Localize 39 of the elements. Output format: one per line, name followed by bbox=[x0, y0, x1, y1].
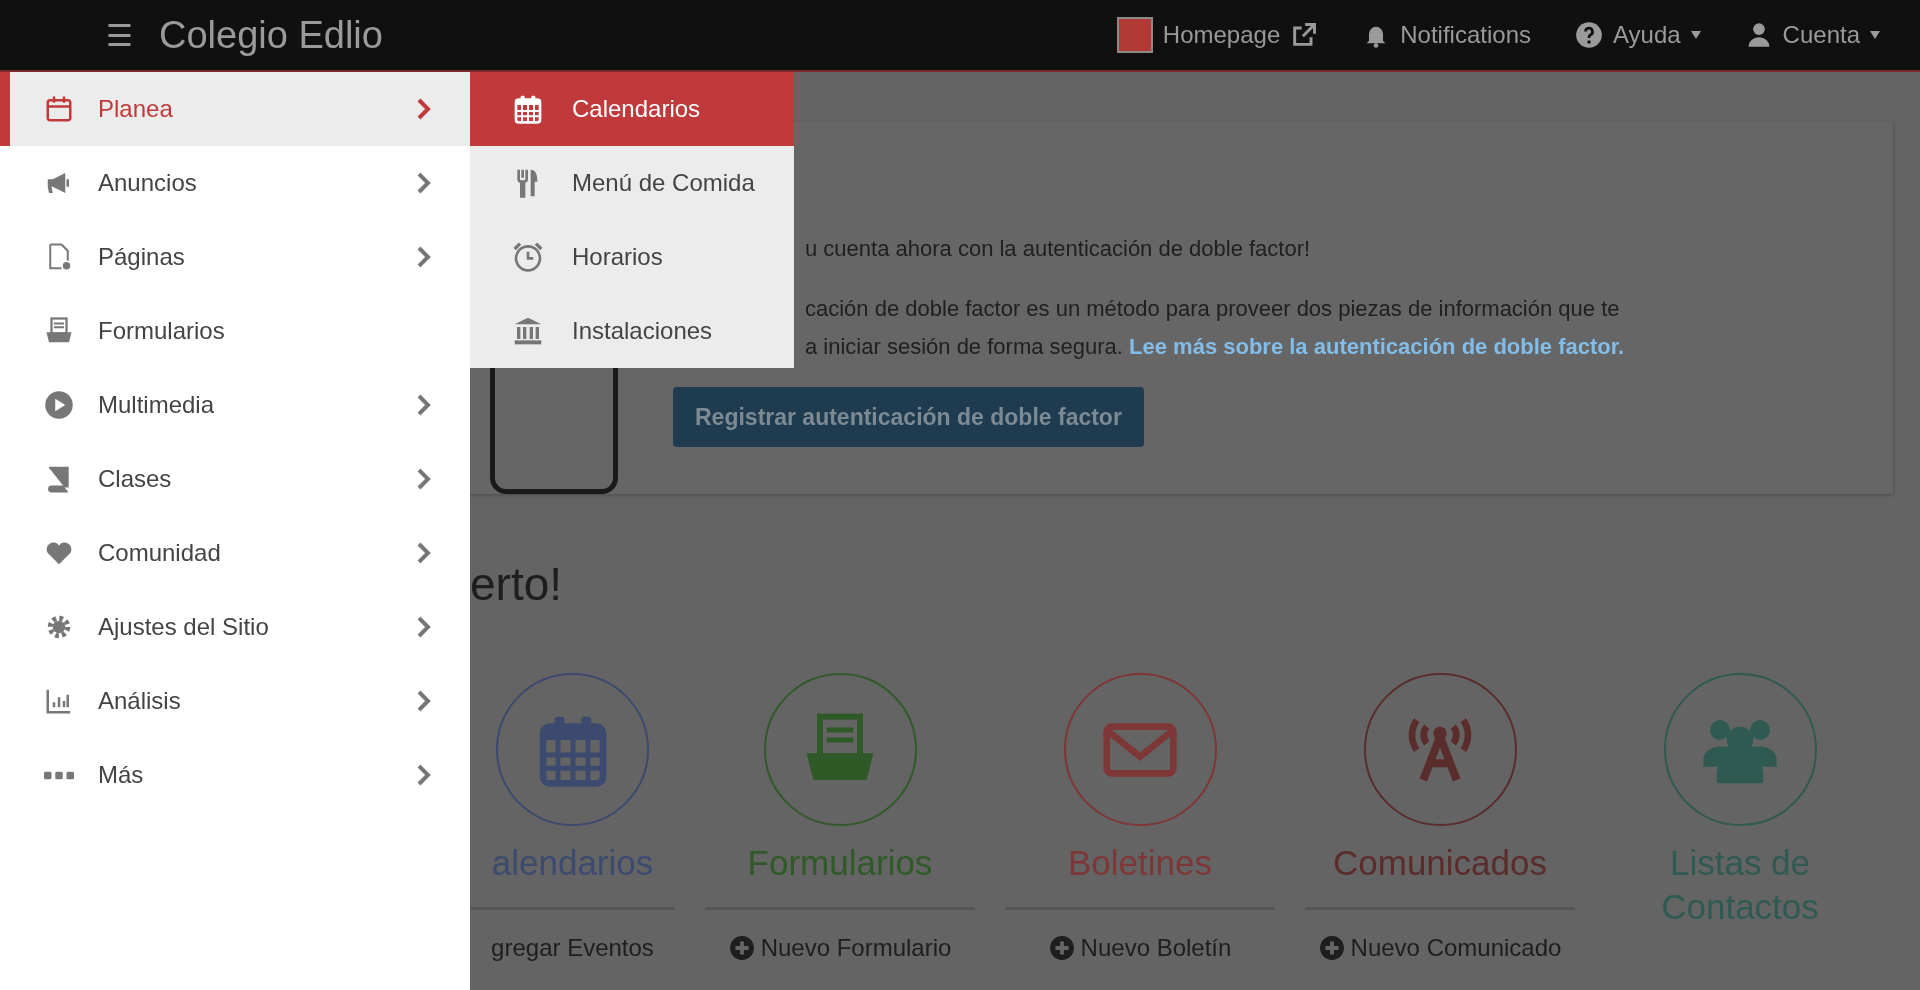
chevron-icon bbox=[416, 467, 432, 491]
chevron-icon bbox=[416, 171, 432, 195]
menu-button[interactable]: ☰ bbox=[106, 17, 133, 53]
external-link-icon bbox=[1290, 21, 1319, 49]
play-icon bbox=[44, 390, 74, 420]
plus-icon bbox=[1048, 935, 1075, 961]
nav-link[interactable]: Ayuda bbox=[1575, 21, 1701, 49]
tile-circle[interactable] bbox=[1663, 673, 1817, 826]
chevron-icon bbox=[416, 97, 432, 121]
nav-link[interactable]: Cuenta bbox=[1744, 21, 1880, 49]
logo-icon bbox=[1116, 17, 1153, 53]
caret-icon bbox=[1690, 31, 1701, 39]
chevron-icon bbox=[416, 615, 432, 639]
notice-text: u cuenta ahora con la autenticación de doble factor! bbox=[805, 235, 1312, 263]
bank-icon bbox=[512, 315, 544, 347]
chevron-icon bbox=[416, 763, 432, 787]
calendar-icon bbox=[512, 93, 544, 125]
site-title: Colegio Edlio bbox=[159, 13, 383, 57]
nav-link[interactable]: Homepage bbox=[1116, 17, 1319, 53]
notice-paragraph: cación de doble factor es un método para proveer dos piezas de información que te a iniciar sesión de forma segura. Lee más sobre la autenticación de doble factor. bbox=[805, 295, 1625, 361]
nav-link[interactable]: Notifications bbox=[1362, 21, 1531, 49]
chevron-icon bbox=[416, 541, 432, 565]
plus-icon bbox=[728, 935, 755, 961]
chevron-icon bbox=[416, 689, 432, 713]
caret-icon bbox=[1870, 31, 1880, 39]
chevron-icon bbox=[416, 393, 432, 417]
tile-circle[interactable] bbox=[1063, 673, 1217, 826]
chevron-icon bbox=[416, 245, 432, 269]
help-icon bbox=[1575, 21, 1603, 49]
calendar-icon bbox=[44, 94, 74, 124]
page-heading: erto! bbox=[470, 557, 564, 612]
tile-circle[interactable] bbox=[763, 673, 917, 826]
alarm-clock-icon bbox=[512, 241, 544, 273]
tile-circle[interactable] bbox=[496, 673, 649, 826]
tile-circle[interactable] bbox=[1363, 673, 1517, 826]
plus-icon bbox=[1318, 935, 1345, 961]
more-icon bbox=[44, 770, 74, 780]
sidebar-item[interactable]: Planea bbox=[0, 72, 470, 146]
submenu-item[interactable]: Calendarios bbox=[470, 72, 794, 146]
